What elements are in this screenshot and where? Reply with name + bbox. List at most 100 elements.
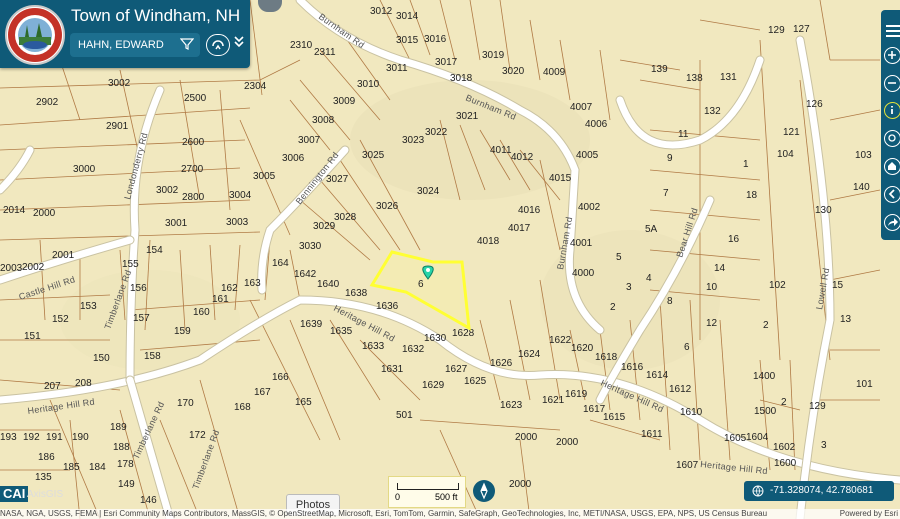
home-icon[interactable] <box>884 158 900 175</box>
attribution-text: NASA, NGA, USGS, FEMA | Esri Community M… <box>0 509 768 518</box>
parcel-label: 158 <box>144 351 161 362</box>
parcel-label: 1622 <box>549 335 572 346</box>
parcel-label: 3021 <box>456 111 479 122</box>
parcel-label: 2800 <box>182 192 205 203</box>
parcel-label: 13 <box>840 314 852 325</box>
parcel-label: 3014 <box>396 11 419 22</box>
scale-bar: 0 500 ft <box>388 476 466 508</box>
parcel-label: 3025 <box>362 150 385 161</box>
info-icon[interactable] <box>884 102 900 119</box>
parcel-label: 1620 <box>571 343 594 354</box>
parcel-label: 193 <box>0 432 17 443</box>
parcel-label: 3010 <box>357 79 380 90</box>
axisgis-label: AxisGIS <box>27 489 64 500</box>
parcel-label: 3029 <box>313 221 336 232</box>
powered-by-esri[interactable]: Powered by Esri <box>840 509 898 519</box>
parcel-label: 130 <box>815 205 832 216</box>
parcel-label: 168 <box>234 402 251 413</box>
parcel-label: 11 <box>678 129 689 140</box>
parcel-label: 4016 <box>518 205 541 216</box>
parcel-label: 501 <box>396 410 413 421</box>
locate-icon[interactable] <box>884 130 900 147</box>
parcel-label: 208 <box>75 378 92 389</box>
menu-icon[interactable] <box>886 24 900 42</box>
parcel-label: 1629 <box>422 380 445 391</box>
parcel-label: 150 <box>93 353 110 364</box>
parcel-label: 178 <box>117 459 134 470</box>
refresh-icon <box>212 40 224 50</box>
reset-search-button[interactable] <box>206 34 230 56</box>
parcel-label: 1611 <box>641 429 663 440</box>
zoom-out-icon[interactable] <box>884 75 900 92</box>
parcel-label: 186 <box>38 452 55 463</box>
parcel-label: 3003 <box>226 217 249 228</box>
parcel-label: 165 <box>295 397 312 408</box>
town-title: Town of Windham, NH <box>71 6 241 25</box>
parcel-label: 2311 <box>314 47 336 58</box>
globe-icon <box>752 485 764 497</box>
parcel-label: 1621 <box>542 395 565 406</box>
parcel-label: 3019 <box>482 50 505 61</box>
parcel-label: 3 <box>626 282 632 293</box>
parcel-label: 3002 <box>108 78 131 89</box>
parcel-label: 1607 <box>676 460 699 471</box>
filter-icon[interactable] <box>179 37 195 54</box>
parcel-label: 1628 <box>452 328 475 339</box>
share-icon[interactable] <box>884 214 900 231</box>
parcel-label: 3002 <box>156 185 179 196</box>
parcel-label: 5 <box>616 252 622 263</box>
parcel-label: 14 <box>714 263 726 274</box>
parcel-label: 1610 <box>680 407 703 418</box>
parcel-label: 1630 <box>424 333 447 344</box>
parcel-label: 3024 <box>417 186 440 197</box>
parcel-label: 2000 <box>33 208 56 219</box>
owner-search-field[interactable]: HAHN, EDWARD <box>70 33 200 57</box>
parcel-label: 172 <box>189 430 206 441</box>
parcel-label: 3000 <box>73 164 96 175</box>
parcel-label: 1600 <box>774 458 797 469</box>
parcel-label: 1616 <box>621 362 644 373</box>
parcel-label: 170 <box>177 398 194 409</box>
parcel-label: 3026 <box>376 201 399 212</box>
chevron-down-icon[interactable] <box>234 36 244 48</box>
parcel-label: 2003 <box>0 263 23 274</box>
parcel-label: 153 <box>80 301 97 312</box>
parcel-label: 3 <box>821 440 827 451</box>
parcel-label: 135 <box>35 472 52 483</box>
parcel-label: 1625 <box>464 376 487 387</box>
parcel-label: 121 <box>783 127 800 138</box>
parcel-label: 103 <box>855 150 872 161</box>
compass-icon[interactable] <box>473 480 495 502</box>
parcel-label: 4006 <box>585 119 608 130</box>
parcel-label: 184 <box>89 462 106 473</box>
parcel-label: 1639 <box>300 319 323 330</box>
owner-search-value: HAHN, EDWARD <box>78 39 164 51</box>
collapse-icon[interactable] <box>884 186 900 203</box>
parcel-label: 127 <box>793 24 810 35</box>
parcel-map[interactable]: Burnham Rd Burnham Rd Burnham Rd Benning… <box>0 0 900 519</box>
parcel-label: 3012 <box>370 6 393 17</box>
parcel-label: 9 <box>667 153 673 164</box>
parcel-label: 191 <box>46 432 63 443</box>
parcel-label: 1602 <box>773 442 796 453</box>
parcel-label: 16 <box>728 234 740 245</box>
map-attribution: NASA, NGA, USGS, FEMA | Esri Community M… <box>0 509 900 519</box>
parcel-label: 1631 <box>381 364 404 375</box>
parcel-label: 192 <box>23 432 40 443</box>
parcel-label: 1614 <box>646 370 669 381</box>
parcel-label: 6 <box>684 342 690 353</box>
parcel-label: 126 <box>806 99 823 110</box>
parcel-label: 167 <box>254 387 271 398</box>
parcel-label: 155 <box>122 259 139 270</box>
parcel-label: 12 <box>706 318 718 329</box>
parcel-label: 157 <box>133 313 150 324</box>
map-toolbar <box>881 10 900 240</box>
parcel-label: 154 <box>146 245 163 256</box>
zoom-in-icon[interactable] <box>884 47 900 64</box>
parcel-label: 140 <box>853 182 870 193</box>
parcel-label: 4018 <box>477 236 500 247</box>
parcel-label: 190 <box>72 432 89 443</box>
coordinates-display[interactable]: -71.328074, 42.780681 <box>744 481 894 501</box>
parcel-label: 188 <box>113 442 130 453</box>
parcel-label: 15 <box>832 280 844 291</box>
